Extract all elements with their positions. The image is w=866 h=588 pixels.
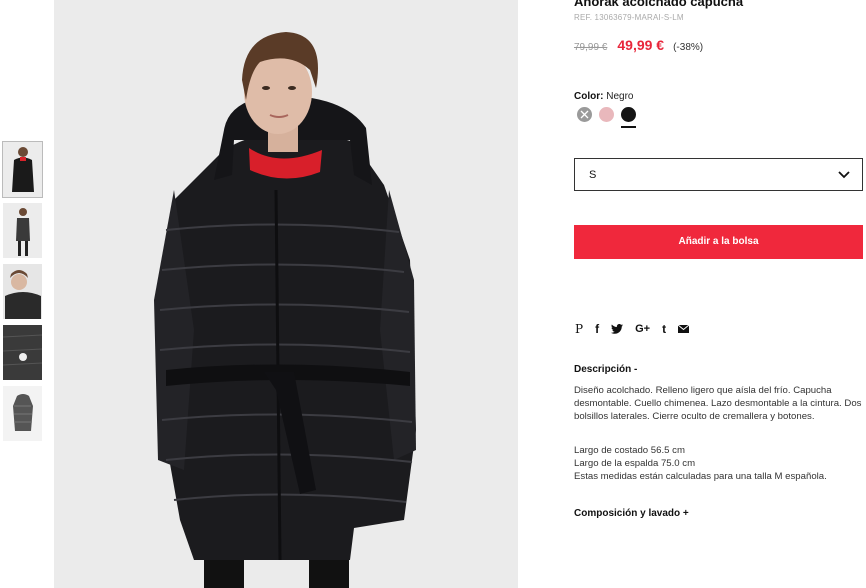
thumbnail-column xyxy=(0,0,48,588)
color-label: Color: xyxy=(574,91,604,102)
description-toggle[interactable]: Descripción - xyxy=(574,364,637,375)
product-image[interactable] xyxy=(54,0,518,588)
discount-badge: (-38%) xyxy=(673,42,704,53)
color-label-row: Color: Negro xyxy=(574,91,633,102)
product-reference: REF. 13063679-MARAI-S-LM xyxy=(574,13,684,22)
measure-side-length: Largo de costado 56.5 cm xyxy=(574,445,685,456)
thumbnail-back[interactable] xyxy=(3,203,42,258)
thumbnail-detail[interactable] xyxy=(3,325,42,380)
selected-swatch-indicator xyxy=(621,126,636,128)
size-select[interactable]: S xyxy=(574,158,863,191)
share-icons: P f G+ t xyxy=(575,322,701,336)
product-title: Anorak acolchado capucha xyxy=(574,0,744,9)
twitter-icon[interactable] xyxy=(611,322,624,336)
email-icon[interactable] xyxy=(678,322,690,336)
facebook-icon[interactable]: f xyxy=(595,322,599,336)
measure-note: Estas medidas están calculadas para una … xyxy=(574,471,827,482)
color-swatch-black[interactable] xyxy=(621,107,636,122)
thumbnail-flat[interactable] xyxy=(3,386,42,441)
measurements: Largo de costado 56.5 cm Largo de la esp… xyxy=(574,444,862,483)
color-swatch-pink[interactable] xyxy=(599,107,614,122)
thumbnail-closeup[interactable] xyxy=(3,264,42,319)
color-swatches xyxy=(577,107,643,122)
unavailable-cross-icon xyxy=(580,110,589,119)
tumblr-icon[interactable]: t xyxy=(662,322,666,336)
thumbnail-front[interactable] xyxy=(2,141,43,198)
product-info-panel: Anorak acolchado capucha REF. 13063679-M… xyxy=(574,0,864,588)
old-price: 79,99 € xyxy=(574,42,608,53)
pinterest-icon[interactable]: P xyxy=(575,322,583,336)
measure-back-length: Largo de la espalda 75.0 cm xyxy=(574,458,696,469)
description-text: Diseño acolchado. Relleno ligero que aís… xyxy=(574,385,862,422)
sale-price: 49,99 € xyxy=(617,37,665,53)
size-selected-value: S xyxy=(589,169,597,181)
google-plus-icon[interactable]: G+ xyxy=(635,322,650,336)
color-selected-name: Negro xyxy=(606,91,634,102)
chevron-down-icon xyxy=(838,171,850,179)
composition-toggle[interactable]: Composición y lavado + xyxy=(574,508,689,519)
add-to-bag-button[interactable]: Añadir a la bolsa xyxy=(574,225,863,259)
color-swatch-grey[interactable] xyxy=(577,107,592,122)
price-row: 79,99 € 49,99 € (-38%) xyxy=(574,37,703,53)
